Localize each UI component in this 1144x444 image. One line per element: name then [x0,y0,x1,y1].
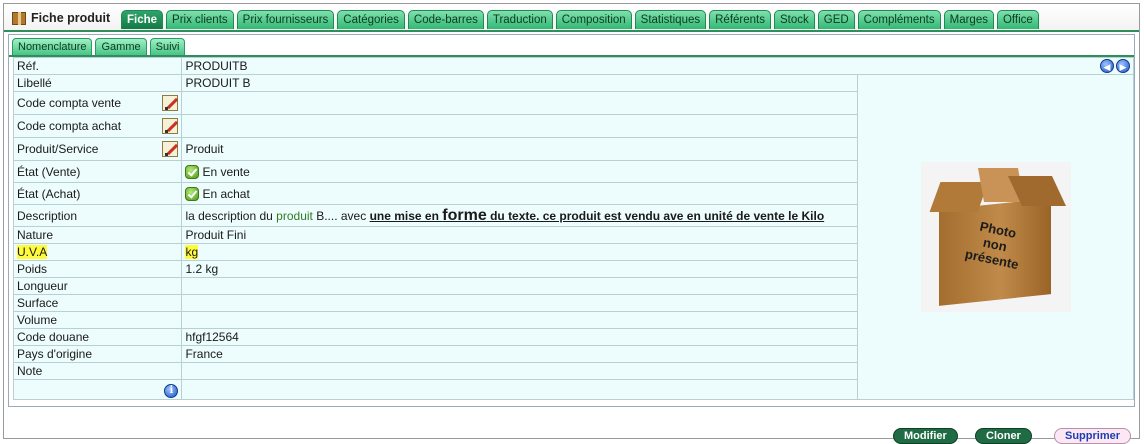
etat-vente-value: En vente [202,164,250,179]
description-text-bold: du texte. ce produit est vendu ave en un… [486,208,825,223]
info-cell: i [12,379,183,400]
field-label-note: Note [12,362,183,380]
field-value-poids: 1.2 kg [181,260,859,278]
cloner-button[interactable]: Cloner [975,428,1032,444]
uva-label-highlight: U.V.A [17,245,48,259]
ref-value: PRODUITB [185,59,248,73]
field-label-uva: U.V.A [12,243,183,261]
product-fields-table: Réf. PRODUITB ◀ ▶ Libellé PRODUIT B Phot… [12,57,1134,400]
tab-fiche[interactable]: Fiche [121,10,164,29]
product-photo-cell: Photo non présente [857,74,1134,400]
field-value-uva: kg [181,243,859,261]
tab-ged[interactable]: GED [817,10,855,29]
compta-achat-label: Code compta achat [17,119,122,133]
modifier-button[interactable]: Modifier [893,428,958,444]
tab-prix-fournisseurs[interactable]: Prix fournisseurs [236,10,335,29]
tab-complements[interactable]: Compléments [857,10,941,29]
field-value-compta-achat [181,114,859,138]
table-row: i [12,379,1134,400]
field-value-etat-achat: En achat [181,182,859,205]
field-label-libelle: Libellé [12,74,183,92]
info-icon[interactable]: i [164,383,179,398]
tab-stock[interactable]: Stock [773,10,815,29]
field-label-ref: Réf. [12,57,183,75]
edit-icon[interactable] [162,141,179,157]
field-label-nature: Nature [12,226,183,244]
empty-cell [181,379,1134,400]
field-label-etat-achat: État (Achat) [12,182,183,205]
arrow-left-icon[interactable]: ◀ [1100,59,1114,73]
page-title-text: Fiche produit [31,11,111,25]
check-icon[interactable] [185,164,200,179]
tab-marges[interactable]: Marges [943,10,994,29]
field-label-produit-service: Produit/Service [12,137,183,161]
tab-traduction[interactable]: Traduction [486,10,553,29]
tab-prix-clients[interactable]: Prix clients [166,10,234,29]
box-icon [12,11,26,25]
subtab-gamme[interactable]: Gamme [95,38,147,56]
field-label-douane: Code douane [12,328,183,346]
etat-achat-value: En achat [202,186,250,201]
description-text-large: forme [442,206,487,224]
field-label-description: Description [12,204,183,227]
description-formatted: une mise en forme du texte. ce produit e… [369,206,825,224]
field-value-description: la description du produit B.... avec une… [181,204,859,227]
field-value-nature: Produit Fini [181,226,859,244]
sub-tabs: Nomenclature Gamme Suivi [12,38,186,56]
check-icon[interactable] [185,186,200,201]
description-text-bold: une mise en [369,208,443,223]
field-value-etat-vente: En vente [181,160,859,183]
field-label-etat-vente: État (Vente) [12,160,183,183]
edit-icon[interactable] [162,95,179,111]
arrow-right-icon[interactable]: ▶ [1116,59,1130,73]
top-bar: Fiche produit Fiche Prix clients Prix fo… [4,4,1139,32]
subtab-nomenclature[interactable]: Nomenclature [12,38,93,56]
tab-code-barres[interactable]: Code-barres [407,10,484,29]
product-card: Fiche produit Fiche Prix clients Prix fo… [3,3,1140,444]
field-value-note [181,362,859,380]
field-value-pays: France [181,345,859,363]
uva-value-highlight: kg [185,245,199,259]
field-value-compta-vente [181,91,859,115]
field-label-surface: Surface [12,294,183,312]
description-text-green: produit [276,208,313,223]
tab-statistiques[interactable]: Statistiques [634,10,707,29]
description-text: la description du [185,208,277,223]
field-label-longueur: Longueur [12,277,183,295]
subtab-suivi[interactable]: Suivi [149,38,186,56]
field-label-volume: Volume [12,311,183,329]
tab-office[interactable]: Office [996,10,1039,29]
description-text: B.... avec [312,208,370,223]
produit-service-label: Produit/Service [17,142,99,156]
field-label-compta-achat: Code compta achat [12,114,183,138]
box-flap [929,182,989,212]
field-value-ref: PRODUITB ◀ ▶ [181,57,1134,75]
field-value-surface [181,294,859,312]
tab-referents[interactable]: Référents [709,10,771,29]
field-label-poids: Poids [12,260,183,278]
supprimer-button[interactable]: Supprimer [1054,428,1132,444]
table-row: Réf. PRODUITB ◀ ▶ [12,57,1134,75]
field-label-pays: Pays d'origine [12,345,183,363]
record-nav: ◀ ▶ [1100,59,1130,73]
field-label-compta-vente: Code compta vente [12,91,183,115]
page-title: Fiche produit [12,9,110,27]
main-tabs: Fiche Prix clients Prix fournisseurs Cat… [121,10,1039,30]
compta-vente-label: Code compta vente [17,96,122,110]
table-row: Libellé PRODUIT B Photo non présente [12,74,1134,400]
sub-panel: Nomenclature Gamme Suivi Réf. PRODUITB ◀… [8,34,1135,407]
field-value-douane: hfgf12564 [181,328,859,346]
tab-categories[interactable]: Catégories [337,10,405,29]
edit-icon[interactable] [162,118,179,134]
photo-placeholder: Photo non présente [920,162,1071,312]
field-value-volume [181,311,859,329]
field-value-libelle: PRODUIT B [181,74,859,92]
field-value-longueur [181,277,859,295]
field-value-produit-service: Produit [181,137,859,161]
tab-composition[interactable]: Composition [555,10,632,29]
